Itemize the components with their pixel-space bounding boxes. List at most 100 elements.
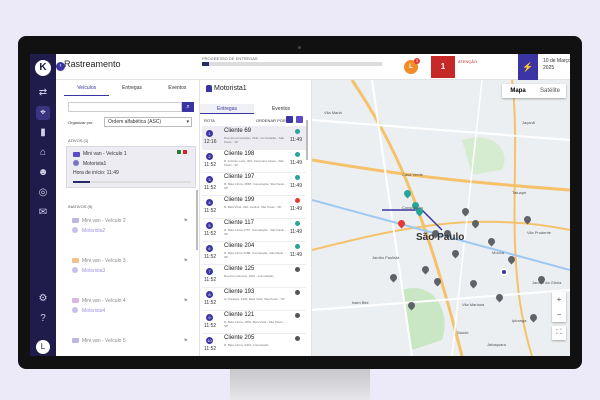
route-label: ROTA	[204, 118, 215, 123]
stop-row[interactable]: 10 11:52 Cliente 205 R. Bela Cintra, 2404, …	[202, 333, 306, 356]
map-label: Casa Verde	[402, 172, 423, 177]
stop-row[interactable]: 5 11:52 Cliente 117 R. Bela Cintra 1757, Co…	[202, 218, 306, 242]
vehicle-tabs: Veículos Entregas Eventos	[64, 80, 200, 96]
tab-events[interactable]: Eventos	[254, 104, 308, 114]
client-address: Rua Frei Caneca, 1200 - Consolação	[224, 274, 274, 278]
stop-eta: 11:52	[204, 277, 217, 283]
active-vehicle-card[interactable]: Mini van - Veículo 1 Motorista1 Hora de …	[66, 146, 196, 188]
search-icon[interactable]: ⌕	[182, 102, 194, 112]
stop-row[interactable]: 9 11:52 Cliente 121 R. Bela Cintra, 2500, B…	[202, 310, 306, 334]
client-address: Rua da Consolação, 2341, Consolação - Sã…	[224, 136, 285, 144]
person-icon	[72, 307, 78, 313]
order-value: Ordem alfabética (ASC)	[108, 119, 162, 125]
stop-real-time: 11:49	[289, 206, 302, 212]
flag-icon: ⚑	[183, 258, 188, 264]
stop-row[interactable]: 6 11:52 Cliente 204 R. Bela Cintra 2188, Co…	[202, 241, 306, 265]
map-pin-icon[interactable]: ⌖	[36, 106, 50, 120]
stop-row[interactable]: 8 11:52 Cliente 193 Al. Paulista, 2300, Bel…	[202, 287, 306, 311]
stop-eta: 11:52	[204, 346, 217, 352]
map-label: Vila Mariana	[462, 302, 485, 307]
tab-vehicles[interactable]: Veículos	[64, 80, 110, 96]
list-item[interactable]: Mini van - Veículo 5 ⚑	[66, 334, 196, 356]
logo-icon[interactable]: K	[35, 60, 51, 76]
chat-icon[interactable]: ✉	[36, 206, 50, 220]
stop-eta: 11:52	[204, 323, 217, 329]
map-label: Ipiranga	[512, 318, 527, 323]
list-item[interactable]: Mini van - Veículo 4 Motorista4 ⚑	[66, 294, 196, 330]
zoom-in-button[interactable]: +	[552, 292, 566, 307]
vehicle-name: Mini van - Veículo 1	[83, 151, 127, 157]
satellite-button[interactable]: Satélite	[534, 84, 566, 98]
driver-tabs: Entregas Eventos	[200, 104, 308, 114]
tab-events[interactable]: Eventos	[155, 80, 200, 96]
person-icon	[72, 227, 78, 233]
notification-badge[interactable]: L3	[404, 58, 420, 74]
user-avatar[interactable]: L	[36, 340, 50, 354]
chevron-down-icon: ▾	[186, 119, 189, 125]
map-label: Jardim da Glória	[532, 280, 562, 285]
date-display[interactable]: 10 de Março de 2025	[543, 58, 570, 72]
route-icon[interactable]: ⚡	[518, 54, 538, 80]
client-name: Cliente 117	[224, 220, 254, 226]
help-icon[interactable]: ?	[36, 312, 50, 326]
vehicle-name: Mini van - Veículo 4	[82, 298, 126, 304]
stop-number: 9	[206, 314, 213, 321]
map-view[interactable]: São Paulo Vila Maria Jaçanã Casa Verde T…	[312, 80, 570, 356]
stop-eta: 11:52	[204, 300, 217, 306]
list-item[interactable]: Mini van - Veículo 2 Motorista2 ⚑	[66, 214, 196, 250]
stop-eta: 11:52	[204, 254, 217, 260]
client-name: Cliente 199	[224, 197, 255, 203]
home-icon[interactable]: ⌂	[36, 146, 50, 160]
stop-real-time: 11:49	[289, 160, 302, 166]
routes-icon[interactable]: ⇄	[36, 86, 50, 100]
stop-number: 2	[206, 153, 213, 160]
stop-number: 10	[206, 337, 213, 344]
inactive-section-label: INATIVOS (5)	[68, 204, 93, 209]
zoom-control: + −	[552, 292, 566, 322]
status-icon	[295, 290, 300, 295]
client-address: R. Bela Cintra, 2500, Bela Vista - São P…	[224, 320, 285, 328]
camera-dot	[298, 46, 301, 49]
truck-icon	[72, 338, 79, 343]
driver-name: Motorista3	[82, 268, 106, 274]
scrollbar[interactable]	[196, 190, 198, 250]
truck-sort-icon[interactable]	[296, 116, 303, 123]
list-item[interactable]: Mini van - Veículo 3 Motorista3 ⚑	[66, 254, 196, 290]
stop-row[interactable]: 3 11:52 Cliente 197 R. Bela Cintra, 2558, C…	[202, 172, 306, 196]
stop-eta: 11:52	[204, 185, 217, 191]
scrollbar[interactable]	[306, 120, 308, 160]
zoom-out-button[interactable]: −	[552, 307, 566, 322]
stop-number: 1	[206, 130, 213, 137]
vehicle-name: Mini van - Veículo 5	[82, 338, 126, 344]
sort-icon[interactable]	[286, 116, 293, 123]
stop-row[interactable]: 7 11:52 Cliente 125 Rua Frei Caneca, 1200 -…	[202, 264, 306, 288]
map-button[interactable]: Mapa	[502, 84, 534, 98]
stop-number: 4	[206, 199, 213, 206]
stop-eta: 12:16	[204, 139, 217, 145]
stop-number: 8	[206, 291, 213, 298]
alert-count[interactable]: 1	[431, 56, 455, 78]
users-icon[interactable]: ☻	[36, 166, 50, 180]
stop-row[interactable]: 1 12:16 Cliente 69 Rua da Consolação, 2341,…	[202, 126, 306, 150]
settings-icon[interactable]: ⚙	[36, 292, 50, 306]
order-select[interactable]: Ordem alfabética (ASC) ▾	[104, 117, 192, 127]
vehicle-location-icon[interactable]	[500, 268, 508, 276]
client-address: Al. Paulista, 2300, Bela Vista, São Paul…	[224, 297, 285, 301]
driver-name: Motorista2	[82, 228, 106, 234]
status-icon	[295, 175, 300, 180]
target-icon[interactable]: ◎	[36, 186, 50, 200]
app-screen: K ⇄ ⌖ ▮ ⌂ ☻ ◎ ✉ ⚙ ? L ‹ Rastreamento PRO…	[30, 54, 570, 356]
client-name: Cliente 197	[224, 174, 255, 180]
green-flag-icon	[177, 150, 181, 154]
client-address: R. Bela Vista, 330, Jardins, São Paulo -…	[224, 205, 282, 209]
search-input[interactable]	[68, 102, 182, 112]
tab-deliveries[interactable]: Entregas	[109, 80, 154, 96]
tab-deliveries[interactable]: Entregas	[200, 104, 254, 114]
stop-eta: 11:52	[204, 162, 217, 168]
driver-title: Motorista1	[214, 85, 247, 92]
chart-icon[interactable]: ▮	[36, 126, 50, 140]
fullscreen-icon[interactable]: ⛶	[552, 326, 566, 340]
stop-row[interactable]: 2 11:52 Cliente 198 R. Antônio Lobo, 303, C…	[202, 149, 306, 173]
stop-row[interactable]: 4 11:52 Cliente 199 R. Bela Vista, 330, Jar…	[202, 195, 306, 219]
topbar: ‹ Rastreamento PROGRESSO DE ENTREGAS L3 …	[56, 54, 570, 80]
